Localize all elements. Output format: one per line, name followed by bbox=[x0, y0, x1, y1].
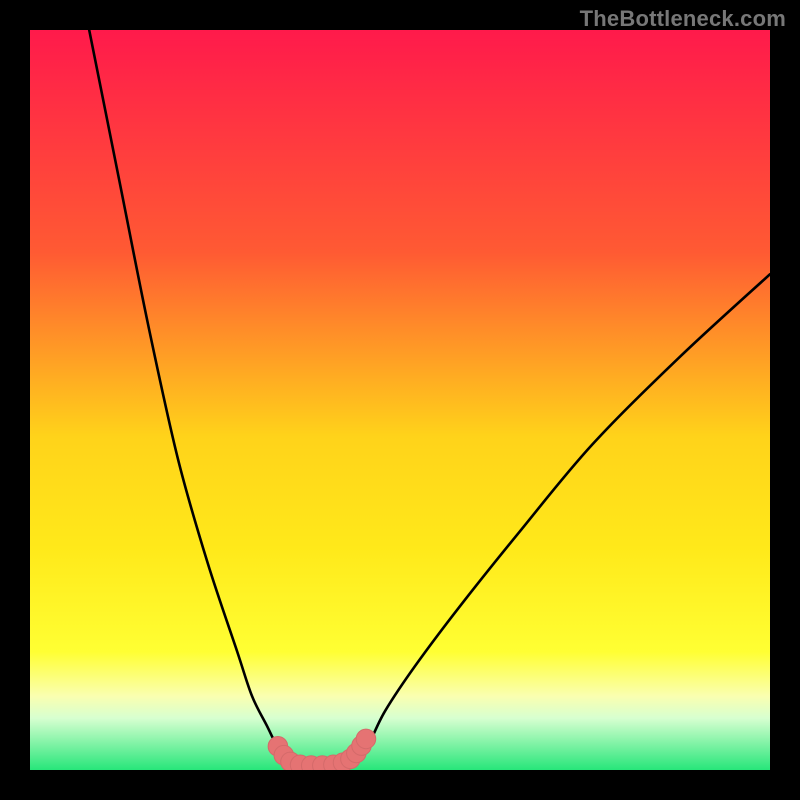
plot-area bbox=[30, 30, 770, 770]
bottleneck-chart bbox=[30, 30, 770, 770]
gradient-background bbox=[30, 30, 770, 770]
watermark-text: TheBottleneck.com bbox=[580, 6, 786, 32]
valley-marker bbox=[356, 729, 376, 749]
chart-frame: TheBottleneck.com bbox=[0, 0, 800, 800]
